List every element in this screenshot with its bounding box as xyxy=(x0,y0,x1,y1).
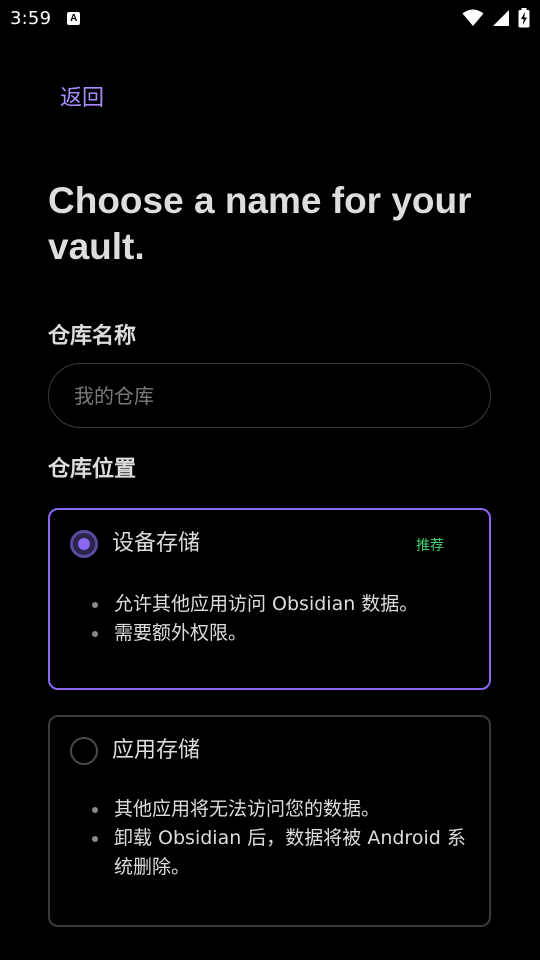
radio-dot xyxy=(78,538,90,550)
battery-charging-icon xyxy=(518,8,530,28)
option-description: 允许其他应用访问 Obsidian 数据。 需要额外权限。 xyxy=(90,590,470,648)
recommended-badge: 推荐 xyxy=(416,538,444,554)
vault-name-label: 仓库名称 xyxy=(48,324,137,349)
status-bar: 3:59 A xyxy=(0,0,540,36)
bullet-item: 其他应用将无法访问您的数据。 xyxy=(90,795,470,824)
signal-icon xyxy=(493,10,509,26)
option-description: 其他应用将无法访问您的数据。 卸载 Obsidian 后，数据将被 Androi… xyxy=(90,795,470,882)
option-title: 设备存储 xyxy=(112,531,201,556)
radio-selected[interactable] xyxy=(70,530,98,558)
back-button[interactable]: 返回 xyxy=(60,80,104,112)
vault-location-label: 仓库位置 xyxy=(48,457,137,482)
status-time: 3:59 xyxy=(10,7,52,29)
radio-unselected[interactable] xyxy=(70,737,98,765)
status-icons xyxy=(462,8,530,28)
bullet-item: 卸载 Obsidian 后，数据将被 Android 系统删除。 xyxy=(90,824,470,882)
option-device-storage[interactable]: 设备存储 推荐 允许其他应用访问 Obsidian 数据。 需要额外权限。 xyxy=(48,508,491,690)
option-title: 应用存储 xyxy=(112,738,201,763)
vault-name-input[interactable] xyxy=(48,363,491,428)
option-app-storage[interactable]: 应用存储 其他应用将无法访问您的数据。 卸载 Obsidian 后，数据将被 A… xyxy=(48,715,491,927)
status-left: 3:59 A xyxy=(10,7,81,29)
page-title: Choose a name for your vault. xyxy=(48,180,472,267)
bullet-item: 允许其他应用访问 Obsidian 数据。 xyxy=(90,590,470,619)
bullet-item: 需要额外权限。 xyxy=(90,619,470,648)
wifi-icon xyxy=(462,9,484,26)
a-icon: A xyxy=(67,11,81,25)
